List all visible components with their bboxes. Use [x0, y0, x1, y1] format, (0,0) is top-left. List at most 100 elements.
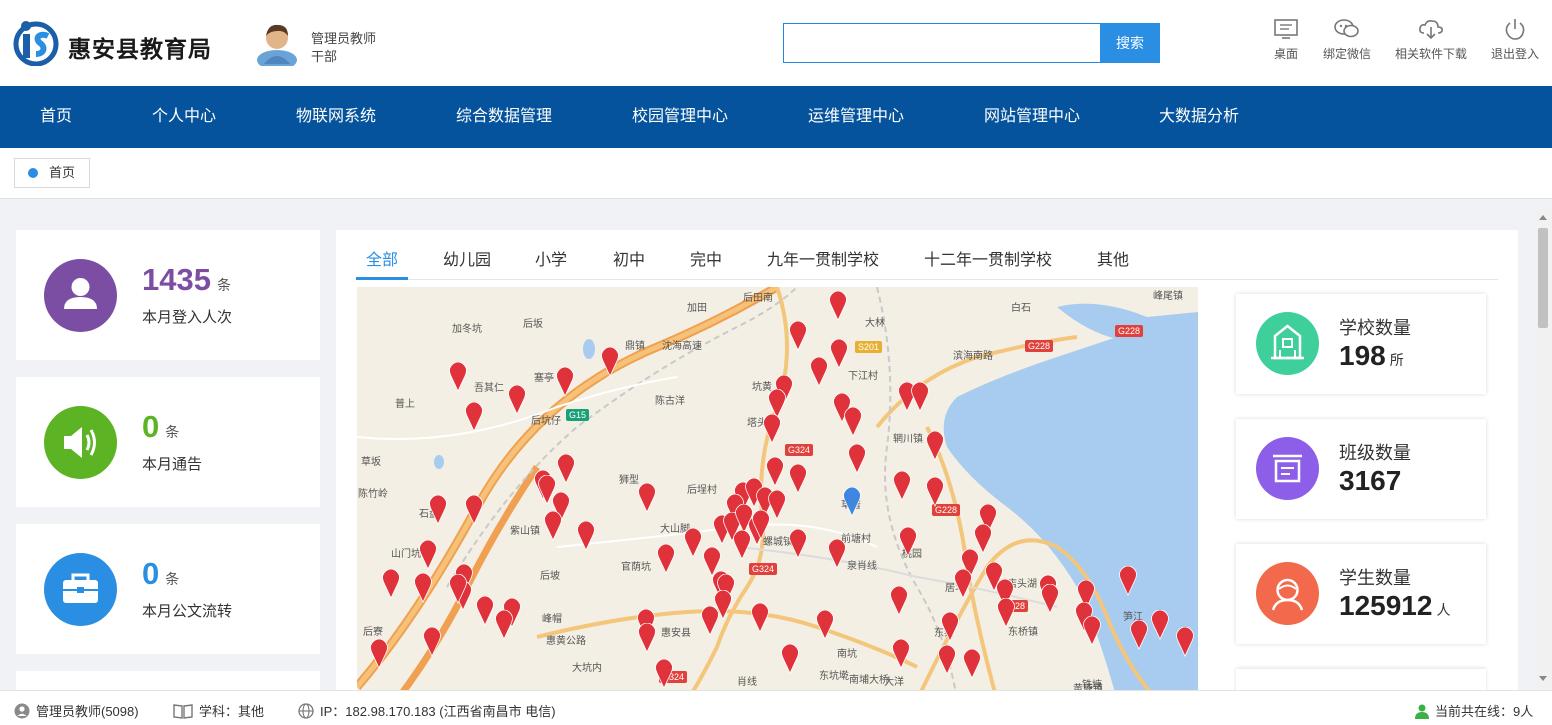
- tab-kindergarten[interactable]: 幼儿园: [443, 246, 491, 270]
- map-marker[interactable]: [809, 357, 829, 387]
- map-marker[interactable]: [656, 544, 676, 574]
- footer-ip: IP：182.98.170.183 (江西省南昌市 电信): [298, 701, 556, 720]
- map-marker[interactable]: [713, 590, 733, 620]
- nav-website-management[interactable]: 网站管理中心: [984, 86, 1080, 148]
- map-marker[interactable]: [892, 471, 912, 501]
- map-marker[interactable]: [637, 623, 657, 653]
- software-download-button[interactable]: 相关软件下载: [1395, 18, 1467, 62]
- map-marker[interactable]: [925, 477, 945, 507]
- desktop-button[interactable]: 桌面: [1273, 18, 1299, 62]
- map-marker[interactable]: [1082, 616, 1102, 646]
- map-marker[interactable]: [428, 495, 448, 525]
- map-marker[interactable]: [765, 457, 785, 487]
- stat-label-notices: 本月通告: [142, 456, 203, 473]
- search-button[interactable]: 搜索: [1100, 23, 1160, 63]
- map-marker[interactable]: [847, 444, 867, 474]
- map-marker[interactable]: [422, 627, 442, 657]
- map-marker[interactable]: [381, 569, 401, 599]
- map-marker[interactable]: [418, 540, 438, 570]
- map-marker[interactable]: [1040, 584, 1060, 614]
- map-marker[interactable]: [369, 639, 389, 669]
- map-marker[interactable]: [1175, 627, 1195, 657]
- nav-home[interactable]: 首页: [40, 86, 72, 148]
- search-input[interactable]: [783, 23, 1101, 63]
- map-place-label: 吾其仁: [474, 383, 504, 394]
- map-marker[interactable]: [543, 511, 563, 541]
- map-marker[interactable]: [750, 603, 770, 633]
- scroll-thumb[interactable]: [1538, 228, 1548, 328]
- map-place-label: 陈古洋: [655, 396, 685, 407]
- map-marker[interactable]: [555, 367, 575, 397]
- map-marker[interactable]: [889, 586, 909, 616]
- class-count-value: 3167: [1339, 465, 1402, 496]
- nav-ops-management[interactable]: 运维管理中心: [808, 86, 904, 148]
- main-nav: 首页 个人中心 物联网系统 综合数据管理 校园管理中心 运维管理中心 网站管理中…: [0, 86, 1552, 148]
- map-marker[interactable]: [464, 495, 484, 525]
- tab-complete-middle[interactable]: 完中: [690, 246, 722, 270]
- map-marker[interactable]: [683, 528, 703, 558]
- nav-big-data[interactable]: 大数据分析: [1159, 86, 1239, 148]
- map-marker[interactable]: [788, 321, 808, 351]
- tab-twelve-year[interactable]: 十二年一贯制学校: [924, 246, 1052, 270]
- map-marker[interactable]: [600, 347, 620, 377]
- map-marker[interactable]: [413, 573, 433, 603]
- map-marker[interactable]: [576, 521, 596, 551]
- tab-junior-high[interactable]: 初中: [613, 246, 645, 270]
- map-marker[interactable]: [962, 649, 982, 679]
- map-marker[interactable]: [762, 414, 782, 444]
- nav-data-management[interactable]: 综合数据管理: [456, 86, 552, 148]
- breadcrumb-tab-home[interactable]: 首页: [14, 158, 91, 188]
- map-marker[interactable]: [925, 431, 945, 461]
- wechat-icon: [1334, 19, 1359, 38]
- map-marker[interactable]: [475, 596, 495, 626]
- page-scrollbar[interactable]: [1535, 210, 1552, 688]
- map-marker[interactable]: [910, 382, 930, 412]
- map-marker[interactable]: [780, 644, 800, 674]
- map-marker-selected[interactable]: [842, 487, 862, 517]
- map-place-label: 惠安县: [661, 628, 691, 639]
- map-marker[interactable]: [937, 645, 957, 675]
- map-marker[interactable]: [1150, 610, 1170, 640]
- map-marker[interactable]: [898, 527, 918, 557]
- tab-primary[interactable]: 小学: [535, 246, 567, 270]
- nav-personal-center[interactable]: 个人中心: [152, 86, 216, 148]
- footer-online: 当前共在线：9人: [1415, 701, 1533, 720]
- tab-nine-year[interactable]: 九年一贯制学校: [767, 246, 879, 270]
- map-marker[interactable]: [448, 362, 468, 392]
- school-map[interactable]: 加田 后田南 加冬坑 后坂 鼎镇 大林 白石 峰尾镇 沈海高速 S201 G228 G228 下江村 吾其…: [357, 287, 1198, 700]
- avatar[interactable]: [254, 20, 300, 66]
- map-marker[interactable]: [815, 610, 835, 640]
- map-marker[interactable]: [788, 464, 808, 494]
- tab-other[interactable]: 其他: [1097, 246, 1129, 270]
- tab-all[interactable]: 全部: [366, 246, 398, 270]
- map-marker[interactable]: [828, 291, 848, 321]
- map-marker[interactable]: [827, 539, 847, 569]
- nav-campus-management[interactable]: 校园管理中心: [632, 86, 728, 148]
- map-marker[interactable]: [788, 529, 808, 559]
- map-place-label: 陈竹岭: [358, 489, 388, 500]
- map-marker[interactable]: [767, 490, 787, 520]
- map-marker[interactable]: [843, 407, 863, 437]
- map-marker[interactable]: [637, 483, 657, 513]
- map-marker[interactable]: [996, 598, 1016, 628]
- map-marker[interactable]: [448, 574, 468, 604]
- map-marker[interactable]: [507, 385, 527, 415]
- logout-button[interactable]: 退出登入: [1491, 18, 1539, 62]
- scroll-up-arrow-icon[interactable]: [1539, 215, 1547, 220]
- nav-iot-system[interactable]: 物联网系统: [296, 86, 376, 148]
- map-marker[interactable]: [1129, 620, 1149, 650]
- bind-wechat-button[interactable]: 绑定微信: [1323, 18, 1371, 62]
- scroll-down-arrow-icon[interactable]: [1539, 676, 1547, 681]
- map-place-label: 峰尾镇: [1153, 291, 1183, 302]
- map-marker[interactable]: [940, 612, 960, 642]
- map-marker[interactable]: [654, 659, 674, 689]
- map-marker[interactable]: [1118, 566, 1138, 596]
- map-marker[interactable]: [829, 339, 849, 369]
- map-marker[interactable]: [556, 454, 576, 484]
- map-marker[interactable]: [732, 530, 752, 560]
- map-marker[interactable]: [464, 402, 484, 432]
- map-marker[interactable]: [953, 569, 973, 599]
- user-circle-icon: [14, 703, 30, 719]
- map-marker[interactable]: [494, 610, 514, 640]
- map-marker[interactable]: [891, 639, 911, 669]
